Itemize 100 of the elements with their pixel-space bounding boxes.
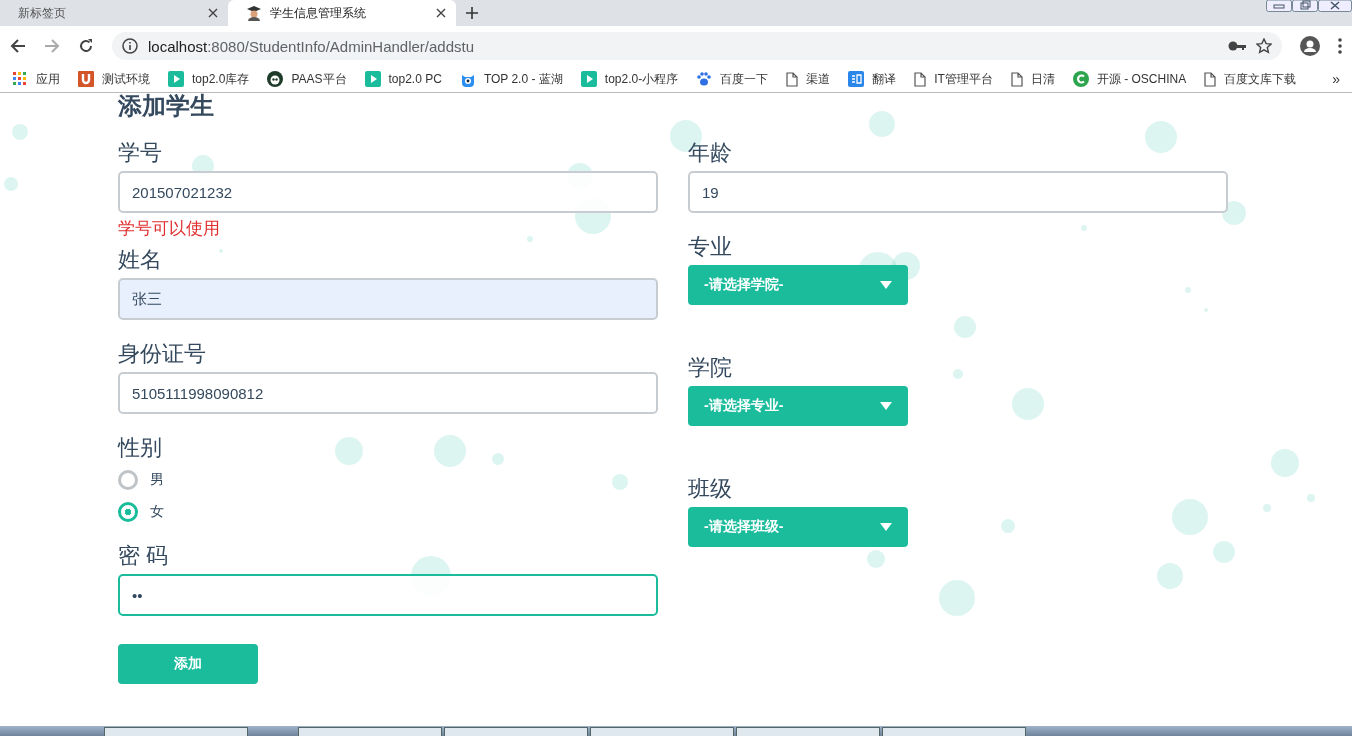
bookmark[interactable]: IT管理平台 (914, 70, 993, 88)
c-logo-icon (1072, 71, 1089, 87)
bookmark[interactable]: 测试环境 (78, 70, 150, 88)
bubble (219, 249, 223, 253)
bookmark[interactable]: top2.0-小程序 (580, 70, 679, 88)
apps-icon (12, 71, 28, 87)
bookmark[interactable]: 百度文库下载 (1204, 70, 1297, 88)
bookmark[interactable]: 翻译 (848, 70, 897, 88)
translate-icon (848, 71, 865, 87)
field-label: 年龄 (688, 139, 732, 167)
bookmark[interactable]: TOP 2.0 - 蓝湖 (459, 70, 563, 88)
page-icon (786, 71, 799, 87)
graduate-icon (246, 5, 262, 21)
page-icon (1010, 71, 1023, 87)
bubble (1145, 121, 1177, 153)
field-label: 密 码 (118, 542, 169, 570)
bookmark[interactable]: 应用 (12, 70, 60, 88)
minimize-icon[interactable] (1266, 0, 1292, 12)
bubble (4, 177, 18, 191)
paw-icon (696, 71, 713, 87)
input-field[interactable]: •• (118, 574, 658, 616)
bubble (953, 369, 963, 379)
radio-label: 男 (150, 471, 164, 489)
field-label: 性别 (118, 434, 162, 462)
taskbar-button[interactable] (736, 727, 880, 736)
taskbar-button[interactable] (444, 727, 588, 736)
bookmark[interactable]: 开源 - OSCHINA (1072, 70, 1187, 88)
panda-icon (267, 71, 284, 87)
bubble (1271, 449, 1299, 477)
bubble (1012, 388, 1044, 420)
bubble (1222, 201, 1246, 225)
bubble (954, 316, 976, 338)
close-window-icon[interactable] (1318, 0, 1352, 12)
bubble (12, 124, 28, 140)
close-icon[interactable] (436, 8, 446, 18)
field-label: 学号 (118, 139, 162, 167)
bubble (869, 111, 895, 137)
menu-icon[interactable] (1338, 38, 1342, 54)
u-logo-icon (78, 71, 94, 87)
caret-icon (880, 402, 892, 410)
more-bookmarks[interactable]: » (1332, 71, 1340, 87)
star-icon[interactable] (1256, 38, 1272, 54)
bubble (434, 435, 466, 467)
caret-icon (880, 523, 892, 531)
bubble (335, 437, 363, 465)
bubble (1157, 563, 1183, 589)
radio-button[interactable] (118, 470, 138, 490)
info-icon (122, 38, 138, 54)
browser-tab[interactable]: 学生信息管理系统 (228, 0, 456, 26)
bookmark[interactable]: 百度一下 (696, 70, 769, 88)
caret-icon (880, 281, 892, 289)
field-label: 姓名 (118, 246, 162, 274)
radio-label: 女 (150, 503, 164, 521)
validation-message: 学号可以使用 (118, 218, 220, 240)
new-tab-icon[interactable] (466, 7, 478, 19)
bookmark[interactable]: PAAS平台 (267, 70, 347, 88)
bubble (1001, 519, 1015, 533)
bubble (867, 550, 885, 568)
bookmark[interactable]: top2.0库存 (168, 70, 250, 88)
bubble (1185, 287, 1191, 293)
bubble (1263, 504, 1271, 512)
bookmark[interactable]: 日清 (1010, 70, 1055, 88)
bookmark[interactable]: top2.0 PC (364, 71, 442, 87)
input-field[interactable]: 张三 (118, 278, 658, 320)
key-icon[interactable] (1228, 41, 1246, 51)
bubble (1204, 308, 1208, 312)
play-icon (364, 71, 381, 87)
bubble (527, 236, 533, 242)
bubble (1307, 494, 1315, 502)
taskbar-button[interactable] (590, 727, 734, 736)
bubble (1213, 541, 1235, 563)
page-icon (1204, 71, 1217, 87)
close-icon[interactable] (208, 8, 218, 18)
field-label: 班级 (688, 475, 732, 503)
account-icon[interactable] (1300, 36, 1320, 56)
field-label: 专业 (688, 233, 732, 261)
bookmark[interactable]: 渠道 (786, 70, 831, 88)
field-label: 身份证号 (118, 340, 206, 368)
play-icon (168, 71, 184, 87)
taskbar-button[interactable] (104, 727, 248, 736)
browser-tab[interactable]: 新标签页 (0, 0, 228, 26)
field-label: 学院 (688, 354, 732, 382)
back-icon[interactable] (10, 38, 26, 54)
taskbar-button[interactable] (298, 727, 442, 736)
bubble (1081, 225, 1087, 231)
page-icon (914, 71, 927, 87)
input-field[interactable]: 201507021232 (118, 171, 658, 213)
bubble (1172, 499, 1208, 535)
play-icon (580, 71, 597, 87)
reload-icon[interactable] (78, 38, 94, 54)
radio-button[interactable] (118, 502, 138, 522)
bubble (612, 474, 628, 490)
bubble (939, 580, 975, 616)
address-bar[interactable]: localhost:8080/StudentInfo/AdminHandler/addstu (112, 32, 1282, 60)
restore-icon[interactable] (1292, 0, 1318, 12)
input-field[interactable]: 19 (688, 171, 1228, 213)
input-field[interactable]: 5105111998090812 (118, 372, 658, 414)
bubble (492, 453, 504, 465)
page-title: 添加学生 (118, 93, 214, 119)
taskbar-button[interactable] (882, 727, 1026, 736)
